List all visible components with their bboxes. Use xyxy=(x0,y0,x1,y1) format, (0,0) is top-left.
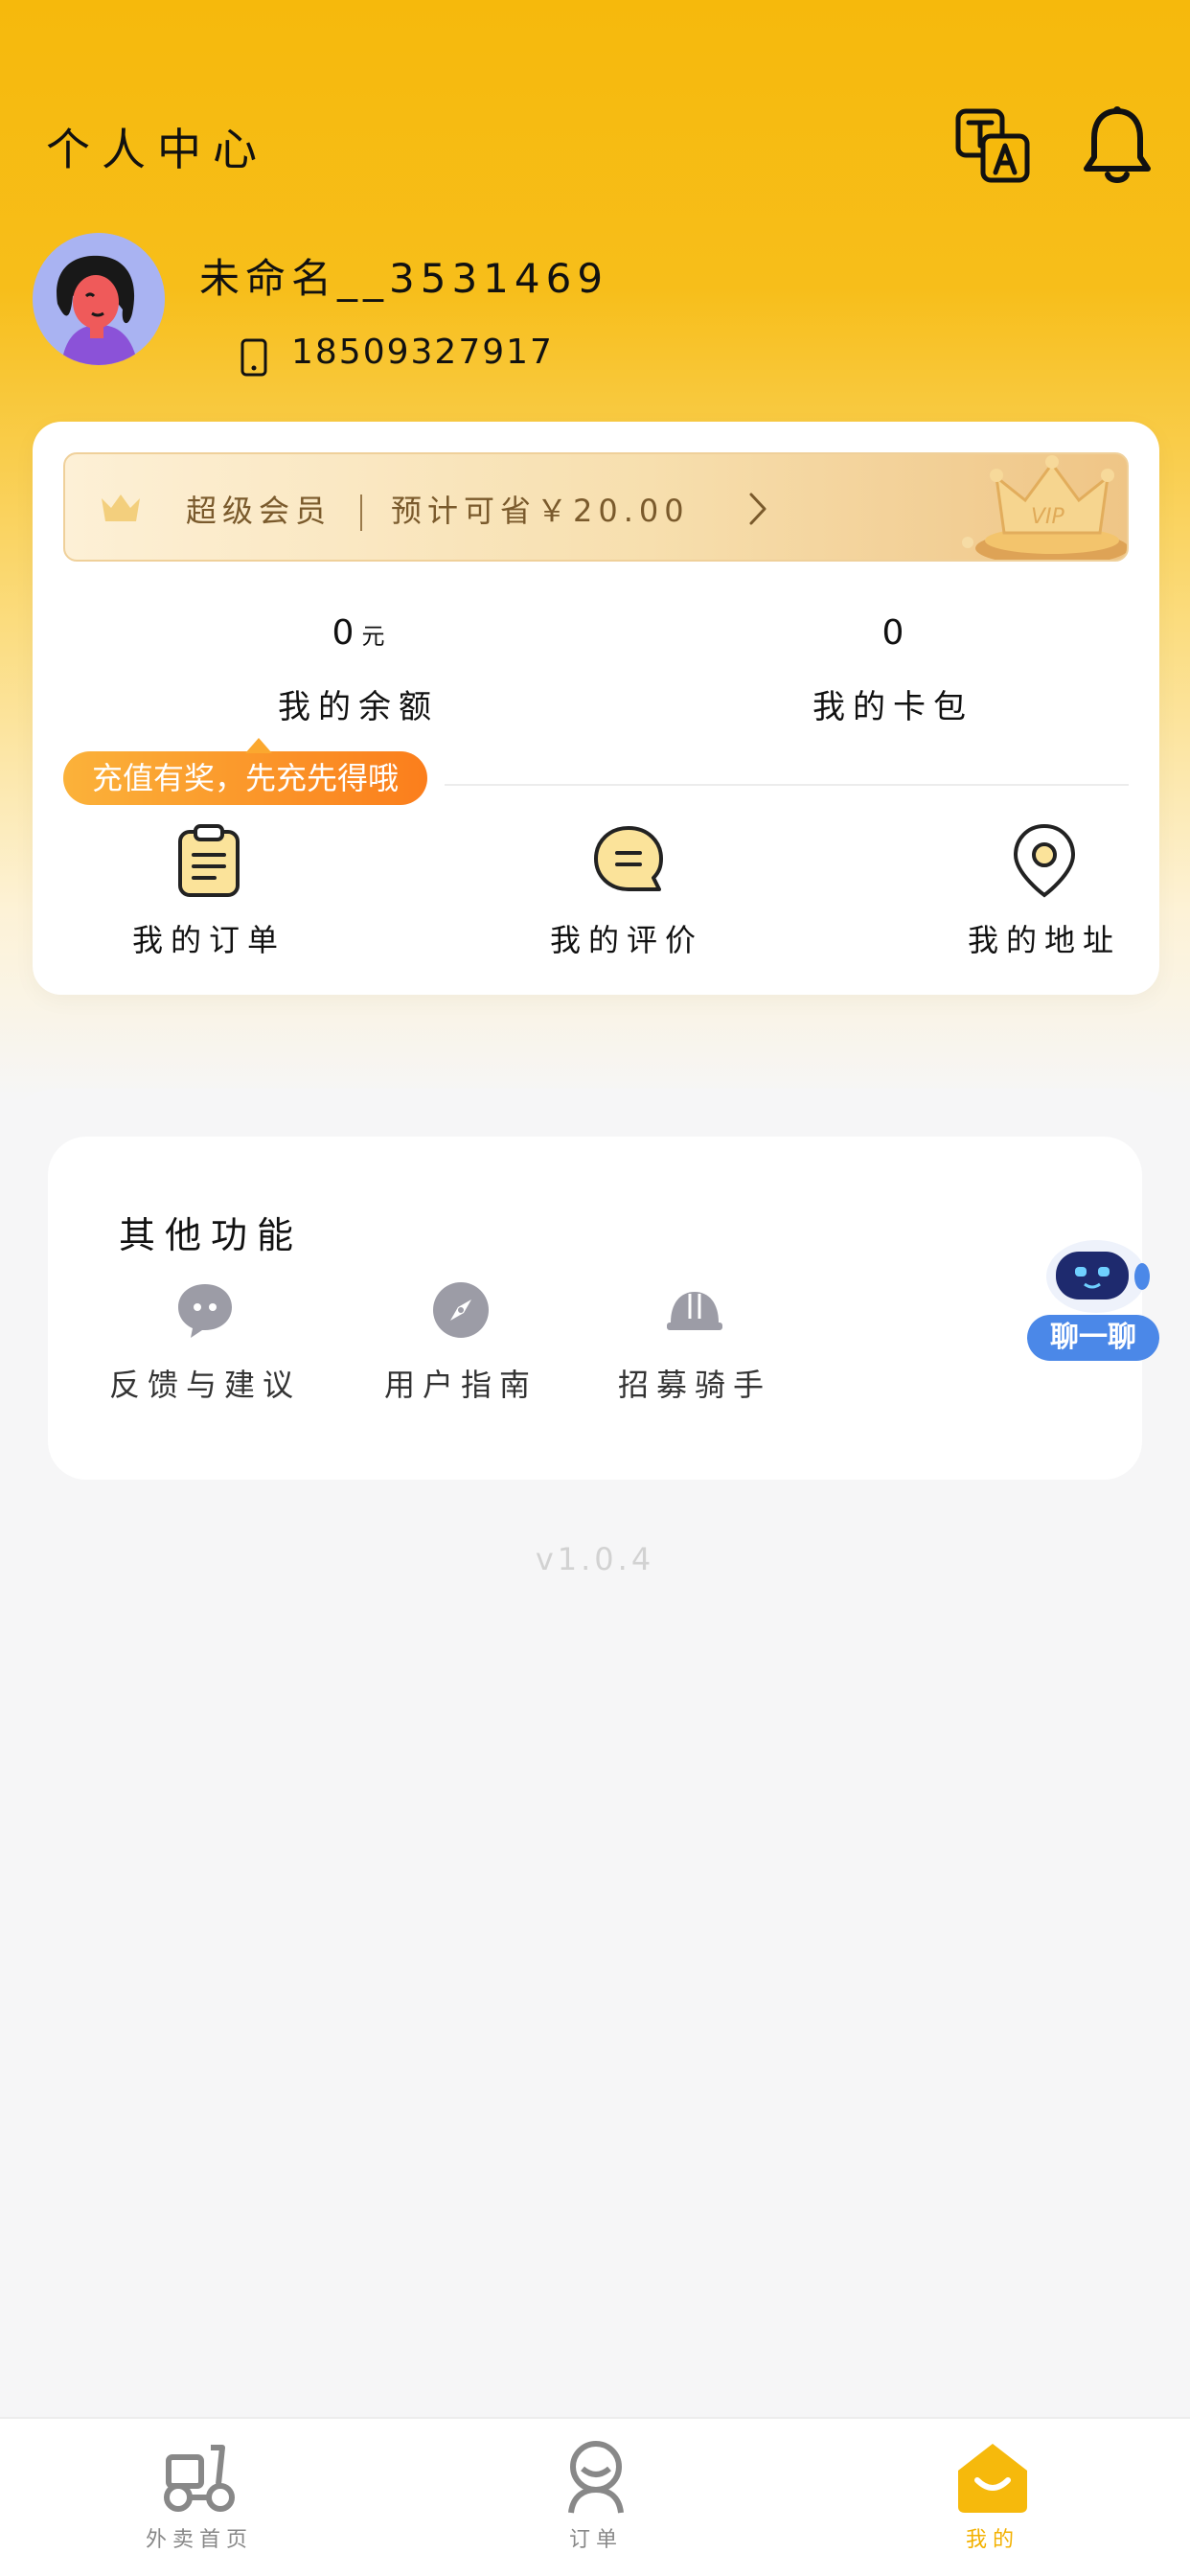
balance-value-line: 0元 xyxy=(186,613,531,667)
chat-bubble-icon xyxy=(590,822,663,899)
vip-separator xyxy=(360,494,363,531)
quick-action-address[interactable]: 我的地址 xyxy=(929,822,1159,960)
feedback-icon xyxy=(175,1280,235,1340)
vip-banner[interactable]: 超级会员 预计可省￥20.00 VIP xyxy=(63,452,1129,562)
balance-value: 0 xyxy=(332,613,355,653)
quick-action-label: 我的订单 xyxy=(131,922,286,958)
bell-icon[interactable] xyxy=(1081,105,1154,186)
phone-number: 18509327917 xyxy=(291,333,554,372)
robot-icon xyxy=(1042,1234,1150,1313)
scooter-icon xyxy=(159,2436,240,2517)
username[interactable]: 未命名__3531469 xyxy=(199,246,608,305)
chat-bot-button[interactable]: 聊一聊 xyxy=(1027,1232,1163,1361)
compass-icon xyxy=(431,1280,491,1340)
other-features-title: 其他功能 xyxy=(119,1214,304,1256)
feature-label: 用户指南 xyxy=(383,1367,538,1403)
divider xyxy=(445,784,1129,786)
phone-icon xyxy=(240,338,268,377)
vip-savings: 预计可省￥20.00 xyxy=(391,493,690,529)
chevron-right-icon xyxy=(747,491,768,527)
cards-stat[interactable]: 0 我的卡包 xyxy=(721,613,1065,727)
vip-text: 超级会员 预计可省￥20.00 xyxy=(186,487,690,531)
crown-icon xyxy=(100,491,142,525)
tab-label: 订单 xyxy=(568,2528,623,2552)
quick-action-reviews[interactable]: 我的评价 xyxy=(512,822,742,960)
helmet-icon xyxy=(665,1280,724,1340)
cards-label: 我的卡包 xyxy=(812,688,973,726)
feature-recruit-rider[interactable]: 招募骑手 xyxy=(580,1280,810,1405)
page-title: 个人中心 xyxy=(46,124,268,175)
recharge-promo-tip[interactable]: 充值有奖，先充先得哦 xyxy=(63,738,428,805)
quick-action-label: 我的评价 xyxy=(549,922,703,958)
quick-action-orders[interactable]: 我的订单 xyxy=(94,822,324,960)
feature-label: 招募骑手 xyxy=(617,1367,771,1403)
feature-user-guide[interactable]: 用户指南 xyxy=(346,1280,576,1405)
other-features-card: 其他功能 反馈与建议 用户指南 招募骑手 xyxy=(48,1137,1142,1480)
account-card: 超级会员 预计可省￥20.00 VIP 0元 我的余额 0 我的卡包 充值有奖，… xyxy=(33,422,1159,995)
smile-house-icon xyxy=(952,2436,1033,2517)
chat-bot-label: 聊一聊 xyxy=(1027,1315,1159,1361)
avatar[interactable] xyxy=(33,233,165,365)
feature-label: 反馈与建议 xyxy=(108,1367,301,1403)
vip-label: 超级会员 xyxy=(186,493,332,529)
bottom-tab-bar: 外卖首页 订单 我的 xyxy=(0,2417,1190,2576)
tab-orders[interactable]: 订单 xyxy=(491,2436,701,2553)
clipboard-icon xyxy=(172,822,245,899)
tab-mine[interactable]: 我的 xyxy=(887,2436,1098,2553)
translate-icon[interactable] xyxy=(954,107,1031,184)
balance-label: 我的余额 xyxy=(278,688,439,726)
cards-value: 0 xyxy=(881,613,904,653)
balance-stat[interactable]: 0元 我的余额 xyxy=(186,613,531,727)
tab-takeout-home[interactable]: 外卖首页 xyxy=(94,2436,305,2553)
vip-badge-text: VIP xyxy=(1031,505,1065,529)
location-pin-icon xyxy=(1008,822,1081,899)
tab-label: 外卖首页 xyxy=(145,2528,253,2552)
header: 个人中心 xyxy=(0,0,1190,220)
balance-unit: 元 xyxy=(361,623,385,650)
profile-section: 未命名__3531469 18509327917 xyxy=(0,225,1190,379)
quick-action-label: 我的地址 xyxy=(967,922,1121,958)
rider-icon xyxy=(556,2436,636,2517)
feature-feedback[interactable]: 反馈与建议 xyxy=(90,1280,320,1405)
vip-crown-illustration: VIP xyxy=(956,454,1127,560)
tab-label: 我的 xyxy=(965,2528,1019,2552)
version-label: v1.0.4 xyxy=(535,1541,655,1577)
